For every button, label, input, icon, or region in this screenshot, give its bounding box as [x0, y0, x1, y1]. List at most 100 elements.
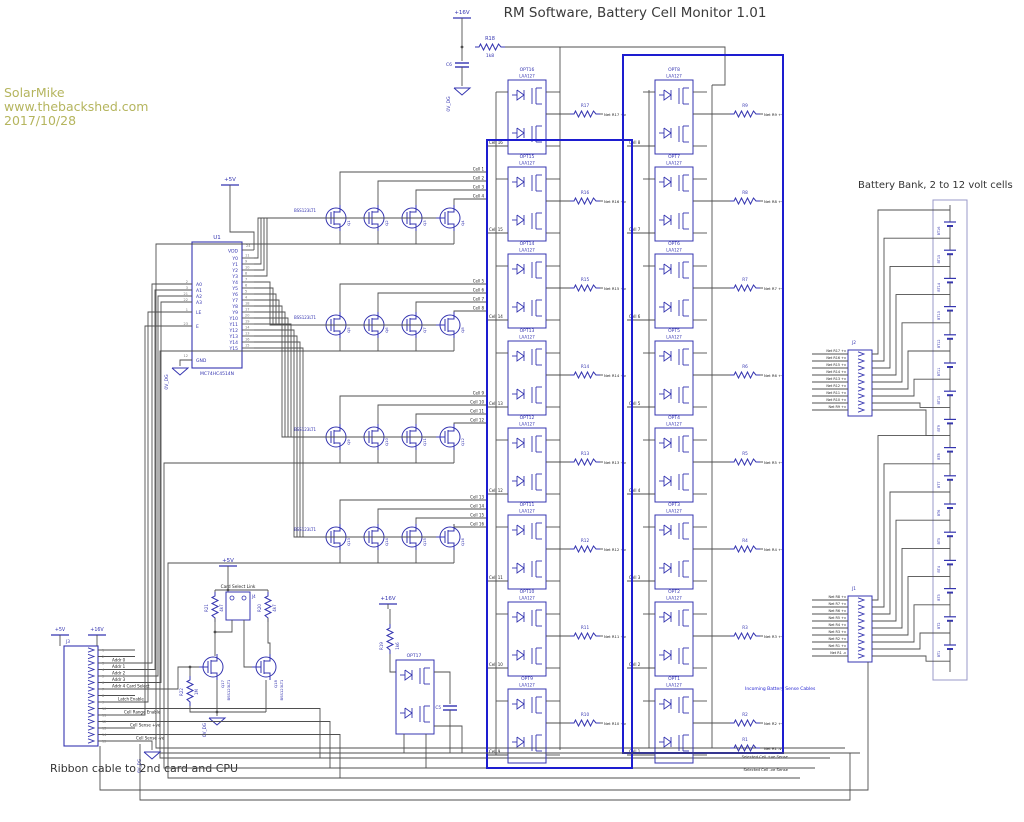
schematic: RM Software, Battery Cell Monitor 1.01 S… — [0, 0, 1024, 822]
cell-label: Cell 2 — [629, 662, 641, 667]
ic-pin-num: 13 — [245, 332, 249, 336]
jumper-pin — [230, 596, 234, 600]
ic-pin-name: Y3 — [231, 274, 238, 280]
resistor-R2 — [730, 720, 760, 726]
opto-OPT10 — [508, 602, 546, 676]
opto-part: LAA127 — [519, 335, 535, 340]
opto-OPT15 — [508, 167, 546, 241]
resistor-R18 — [475, 44, 505, 50]
resistor-val-R20: 4k7 — [272, 604, 277, 612]
cell-net-label: Cell 14 — [470, 504, 484, 509]
wire — [454, 423, 487, 424]
opto-OPT7 — [655, 167, 693, 241]
wire — [164, 463, 815, 768]
ic-pin-num: 6 — [245, 284, 247, 288]
ic-pin-name: A2 — [196, 294, 202, 300]
connector-pin-num: 8 — [102, 694, 104, 698]
net-label: Net R3 +v — [764, 634, 784, 639]
mosfet-ref: Q10 — [384, 438, 389, 446]
ribbon-signal-label: Addr 3 — [112, 677, 126, 682]
cell-net-label: Cell 10 — [470, 400, 484, 405]
resistor-ref-R22: R22 — [179, 688, 184, 696]
led-symbol — [664, 177, 671, 187]
connector-pin — [88, 726, 94, 730]
net-label: Net R11 +v — [826, 391, 846, 395]
wire — [215, 620, 232, 632]
connector-ref: J2 — [851, 340, 856, 346]
connector-pin-num: 3 — [102, 662, 104, 666]
jumper-ref: J4 — [251, 594, 256, 599]
resistor-R16 — [570, 198, 600, 204]
net-label: Net R5 +v — [764, 460, 784, 465]
wire — [190, 706, 266, 712]
opto-ref: OPT4 — [668, 415, 680, 421]
wire — [454, 311, 487, 312]
mosfet-ref: Q6 — [384, 327, 389, 333]
resistor-val-R21: 4k7 — [219, 604, 224, 612]
connector-pin — [88, 654, 94, 658]
ic-pin-name: Y11 — [229, 322, 239, 328]
opto-ref: OPT11 — [520, 502, 535, 508]
ic-pin-vdd: VDD — [228, 249, 239, 255]
connector-pin-num: 6 — [102, 681, 104, 685]
ic-pin-name: Y0 — [231, 256, 238, 262]
resistor-ref: R13 — [581, 451, 590, 456]
connector-pin — [858, 598, 864, 602]
wire — [872, 548, 933, 628]
ic-pin-name: Y1 — [231, 262, 238, 268]
wire — [872, 210, 933, 354]
power-5v-label: +5V — [222, 558, 234, 564]
wire — [872, 351, 933, 389]
resistor-R5 — [730, 459, 760, 465]
battery-ref: BT6 — [937, 510, 941, 517]
wire — [872, 266, 933, 368]
opto-OPT17 — [396, 660, 434, 734]
wire — [434, 726, 462, 753]
incoming-cables-label: Incoming Battery Sense Cables — [745, 686, 816, 692]
opto-part: LAA127 — [666, 335, 682, 340]
resistor-R4 — [730, 546, 760, 552]
mosfet-ref: Q4 — [460, 220, 465, 226]
wire — [340, 172, 487, 205]
net-label: Net R5 +v — [829, 616, 846, 620]
battery-ref: BT14 — [937, 283, 941, 292]
wire — [872, 605, 933, 642]
resistor-ref-R20: R20 — [257, 604, 262, 612]
opto-ref-OPT17: OPT17 — [407, 653, 422, 659]
net-label: Net R9 +v — [764, 112, 784, 117]
opto-OPT4 — [655, 428, 693, 502]
opto-ref: OPT16 — [520, 67, 535, 73]
wire — [390, 654, 396, 672]
ic-pin-num: 23 — [184, 322, 188, 326]
net-label: Net R1 -v — [830, 651, 846, 655]
connector-pin — [858, 633, 864, 637]
wire — [872, 410, 933, 436]
led-symbol — [405, 670, 412, 680]
led-symbol — [664, 525, 671, 535]
opto-OPT2 — [655, 602, 693, 676]
connector-pin — [88, 713, 94, 717]
opto-part: LAA127 — [666, 683, 682, 688]
connector-pin-num: 12 — [102, 720, 106, 724]
resistor-R22 — [187, 676, 193, 706]
ribbon-signal-label: Addr 2 — [112, 671, 126, 676]
connector-pin — [858, 654, 864, 658]
ic-pin-num: 3 — [186, 286, 188, 290]
wire — [135, 284, 170, 663]
cell-label: Cell 11 — [489, 575, 503, 580]
wire — [872, 520, 933, 621]
cell-net-label: Cell 4 — [473, 194, 485, 199]
cell-label: Cell 12 — [489, 488, 503, 493]
led-symbol — [517, 737, 524, 747]
battery-ref: BT5 — [937, 538, 941, 545]
connector-pin-num: 5 — [102, 675, 104, 679]
opto-part: LAA127 — [519, 161, 535, 166]
net-label: Net R2 +v — [764, 721, 784, 726]
mosfet-ref: Q18 — [273, 680, 278, 688]
led-symbol — [664, 699, 671, 709]
battery-ref: BT9 — [937, 425, 941, 432]
led-symbol — [517, 90, 524, 100]
net-label: Net R15 +v — [826, 363, 846, 367]
opto-ref: OPT10 — [520, 589, 535, 595]
connector-pin — [858, 408, 864, 412]
